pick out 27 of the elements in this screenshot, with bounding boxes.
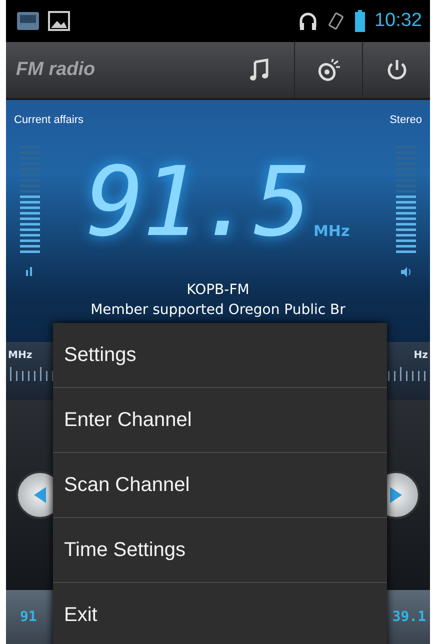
headphones-icon (298, 11, 318, 31)
battery-icon (354, 10, 366, 32)
right-arrow-icon (388, 485, 404, 505)
menu-item[interactable]: Settings (53, 323, 387, 388)
menu-item[interactable]: Scan Channel (53, 453, 387, 518)
music-note-icon (249, 58, 271, 82)
menu-item[interactable]: Enter Channel (53, 388, 387, 453)
volume-icon (401, 266, 411, 278)
radio-notification-icon (16, 11, 40, 31)
scale-unit-label: MHz (8, 350, 32, 361)
station-description: Member supported Oregon Public Br (90, 302, 346, 318)
frequency-readout: 91.5 (86, 154, 310, 250)
menu-item[interactable]: Time Settings (53, 518, 387, 583)
power-icon (386, 59, 408, 81)
app-title: FM radio (16, 59, 96, 81)
genre-label: Current affairs (14, 114, 84, 126)
signal-icon (26, 266, 34, 276)
clock-time: 10:32 (374, 10, 422, 32)
left-arrow-icon (32, 485, 48, 505)
speaker-icon (316, 58, 340, 82)
scale-unit-label: Hz (414, 350, 428, 361)
audio-mode-label: Stereo (390, 114, 422, 126)
station-name: KOPB-FM (186, 282, 250, 298)
image-notification-icon (48, 11, 70, 31)
menu-item[interactable]: Exit (53, 583, 387, 644)
rotate-icon (326, 11, 346, 31)
frequency-unit: MHz (313, 222, 350, 240)
